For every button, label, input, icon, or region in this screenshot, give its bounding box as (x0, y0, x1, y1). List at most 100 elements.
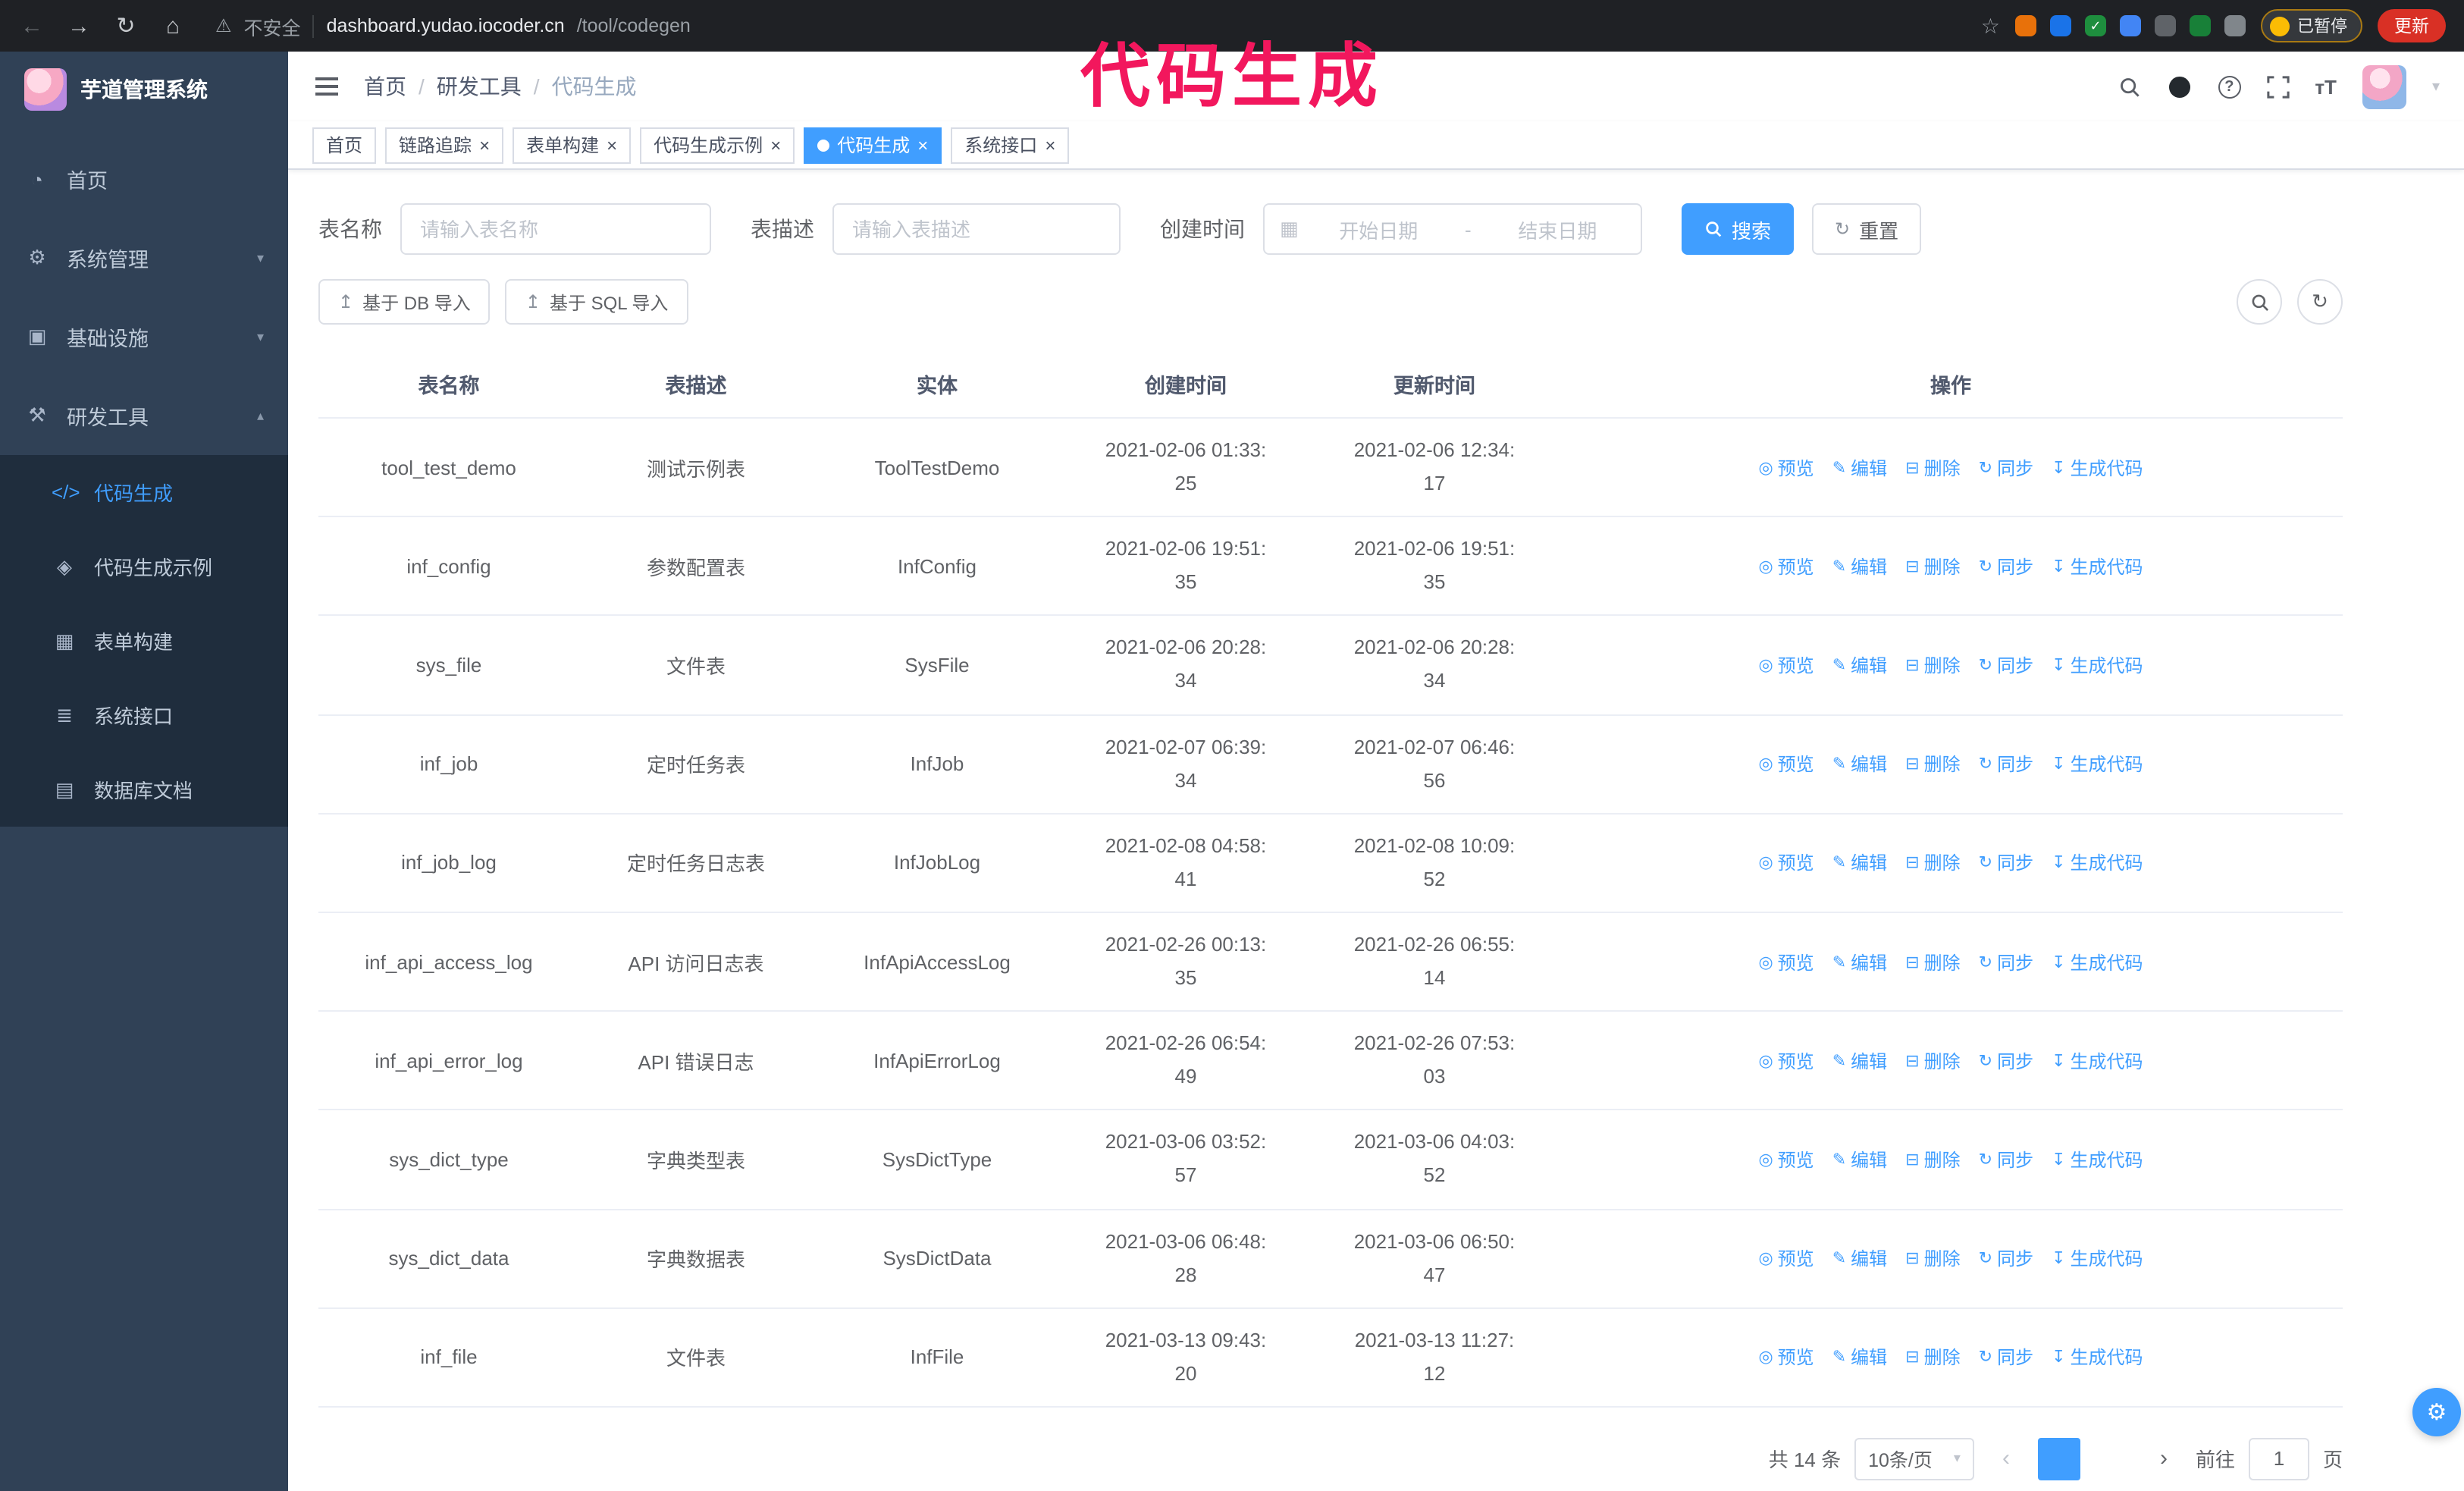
sidebar-item-gear[interactable]: ⚙ 系统管理 ▾ (0, 218, 288, 297)
tab-tag[interactable]: 代码生成示例 × (640, 127, 795, 163)
close-icon[interactable]: × (1045, 136, 1055, 154)
action-download-link[interactable]: ↧ 生成代码 (2052, 1245, 2143, 1271)
goto-page-input[interactable] (2248, 1437, 2309, 1480)
extension-dark-icon[interactable] (2155, 15, 2176, 36)
action-sync-link[interactable]: ↻ 同步 (1979, 850, 2033, 876)
tab-tag[interactable]: 首页 (312, 127, 377, 163)
action-download-link[interactable]: ↧ 生成代码 (2052, 554, 2143, 579)
next-page-button[interactable]: › (2146, 1446, 2182, 1472)
extension-blue-grid-icon[interactable] (2120, 15, 2141, 36)
action-edit-link[interactable]: ✎ 编辑 (1832, 1345, 1887, 1370)
import-db-button[interactable]: ↥ 基于 DB 导入 (318, 279, 491, 325)
action-delete-link[interactable]: ⊟ 删除 (1905, 1245, 1960, 1271)
action-delete-link[interactable]: ⊟ 删除 (1905, 1147, 1960, 1172)
action-sync-link[interactable]: ↻ 同步 (1979, 554, 2033, 579)
close-icon[interactable]: × (770, 136, 781, 154)
page-number-button[interactable] (2089, 1438, 2132, 1480)
action-download-link[interactable]: ↧ 生成代码 (2052, 1147, 2143, 1172)
action-download-link[interactable]: ↧ 生成代码 (2052, 454, 2143, 480)
close-icon[interactable]: × (479, 136, 490, 154)
reload-icon[interactable]: ↻ (112, 12, 140, 39)
tab-tag[interactable]: 系统接口 × (951, 127, 1070, 163)
sidebar-subitem-example[interactable]: ◈ 代码生成示例 (0, 529, 288, 604)
action-sync-link[interactable]: ↻ 同步 (1979, 1047, 2033, 1073)
extension-green-check-icon[interactable]: ✓ (2085, 15, 2106, 36)
action-eye-link[interactable]: ◎ 预览 (1758, 554, 1814, 579)
table-name-input[interactable] (400, 203, 711, 255)
action-edit-link[interactable]: ✎ 编辑 (1832, 949, 1887, 975)
chevron-down-icon[interactable]: ▾ (2432, 78, 2440, 95)
action-download-link[interactable]: ↧ 生成代码 (2052, 1047, 2143, 1073)
action-delete-link[interactable]: ⊟ 删除 (1905, 652, 1960, 678)
close-icon[interactable]: × (917, 136, 928, 154)
action-delete-link[interactable]: ⊟ 删除 (1905, 454, 1960, 480)
address-bar[interactable]: ⚠ 不安全 dashboard.yudao.iocoder.cn/tool/co… (215, 11, 691, 40)
action-eye-link[interactable]: ◎ 预览 (1758, 850, 1814, 876)
bookmark-star-icon[interactable]: ☆ (1981, 13, 2000, 39)
action-delete-link[interactable]: ⊟ 删除 (1905, 850, 1960, 876)
toggle-search-button[interactable] (2237, 279, 2282, 325)
action-sync-link[interactable]: ↻ 同步 (1979, 1245, 2033, 1271)
paused-badge[interactable]: 已暂停 (2261, 9, 2362, 42)
action-download-link[interactable]: ↧ 生成代码 (2052, 1345, 2143, 1370)
action-sync-link[interactable]: ↻ 同步 (1979, 751, 2033, 777)
refresh-table-button[interactable]: ↻ (2297, 279, 2343, 325)
extension-puzzle-icon[interactable] (2224, 15, 2246, 36)
extension-green-leaf-icon[interactable] (2190, 15, 2211, 36)
action-delete-link[interactable]: ⊟ 删除 (1905, 554, 1960, 579)
sidebar-item-tools[interactable]: ⚒ 研发工具 ▴ (0, 376, 288, 455)
action-download-link[interactable]: ↧ 生成代码 (2052, 652, 2143, 678)
page-size-select[interactable]: 10条/页 ▾ (1854, 1437, 1974, 1480)
date-range-picker[interactable]: ▦ 开始日期 - 结束日期 (1263, 203, 1642, 255)
action-sync-link[interactable]: ↻ 同步 (1979, 652, 2033, 678)
action-download-link[interactable]: ↧ 生成代码 (2052, 751, 2143, 777)
fullscreen-icon[interactable] (2266, 75, 2289, 98)
action-download-link[interactable]: ↧ 生成代码 (2052, 850, 2143, 876)
breadcrumb-home[interactable]: 首页 (364, 71, 406, 102)
back-icon[interactable]: ← (18, 13, 45, 39)
action-delete-link[interactable]: ⊟ 删除 (1905, 949, 1960, 975)
action-download-link[interactable]: ↧ 生成代码 (2052, 949, 2143, 975)
action-sync-link[interactable]: ↻ 同步 (1979, 1345, 2033, 1370)
action-eye-link[interactable]: ◎ 预览 (1758, 652, 1814, 678)
search-button[interactable]: 搜索 (1682, 203, 1795, 255)
tab-tag[interactable]: 链路追踪 × (385, 127, 504, 163)
font-size-icon[interactable]: тT (2315, 75, 2337, 98)
action-edit-link[interactable]: ✎ 编辑 (1832, 554, 1887, 579)
extension-orange-icon[interactable] (2015, 15, 2036, 36)
action-edit-link[interactable]: ✎ 编辑 (1832, 652, 1887, 678)
breadcrumb-tools[interactable]: 研发工具 (437, 71, 522, 102)
home-icon[interactable]: ⌂ (159, 13, 187, 39)
action-sync-link[interactable]: ↻ 同步 (1979, 454, 2033, 480)
action-delete-link[interactable]: ⊟ 删除 (1905, 1047, 1960, 1073)
sidebar-subitem-code[interactable]: </> 代码生成 (0, 455, 288, 529)
action-eye-link[interactable]: ◎ 预览 (1758, 1345, 1814, 1370)
action-edit-link[interactable]: ✎ 编辑 (1832, 751, 1887, 777)
action-delete-link[interactable]: ⊟ 删除 (1905, 1345, 1960, 1370)
collapse-menu-icon[interactable] (312, 71, 341, 102)
floating-settings-button[interactable]: ⚙ (2412, 1388, 2461, 1436)
sidebar-item-infrastructure[interactable]: ▣ 基础设施 ▾ (0, 297, 288, 376)
search-icon[interactable] (2118, 75, 2140, 98)
action-eye-link[interactable]: ◎ 预览 (1758, 751, 1814, 777)
action-eye-link[interactable]: ◎ 预览 (1758, 1047, 1814, 1073)
update-button[interactable]: 更新 (2378, 9, 2446, 42)
action-eye-link[interactable]: ◎ 预览 (1758, 1245, 1814, 1271)
import-sql-button[interactable]: ↥ 基于 SQL 导入 (505, 279, 688, 325)
help-icon[interactable]: ? (2218, 75, 2241, 98)
action-eye-link[interactable]: ◎ 预览 (1758, 454, 1814, 480)
action-edit-link[interactable]: ✎ 编辑 (1832, 454, 1887, 480)
action-edit-link[interactable]: ✎ 编辑 (1832, 1147, 1887, 1172)
app-logo[interactable]: 芋道管理系统 (0, 52, 288, 127)
extension-blue-drop-icon[interactable] (2050, 15, 2071, 36)
github-icon[interactable] (2166, 74, 2192, 99)
tab-tag[interactable]: 表单构建 × (513, 127, 632, 163)
forward-icon[interactable]: → (65, 13, 92, 39)
sidebar-subitem-database[interactable]: ▤ 数据库文档 (0, 752, 288, 827)
tab-tag[interactable]: 代码生成 × (804, 127, 942, 163)
action-sync-link[interactable]: ↻ 同步 (1979, 949, 2033, 975)
action-eye-link[interactable]: ◎ 预览 (1758, 949, 1814, 975)
sidebar-subitem-form[interactable]: ▦ 表单构建 (0, 604, 288, 678)
page-number-button[interactable] (2037, 1437, 2080, 1480)
sidebar-item-dashboard[interactable]: ◔ 首页 (0, 140, 288, 218)
